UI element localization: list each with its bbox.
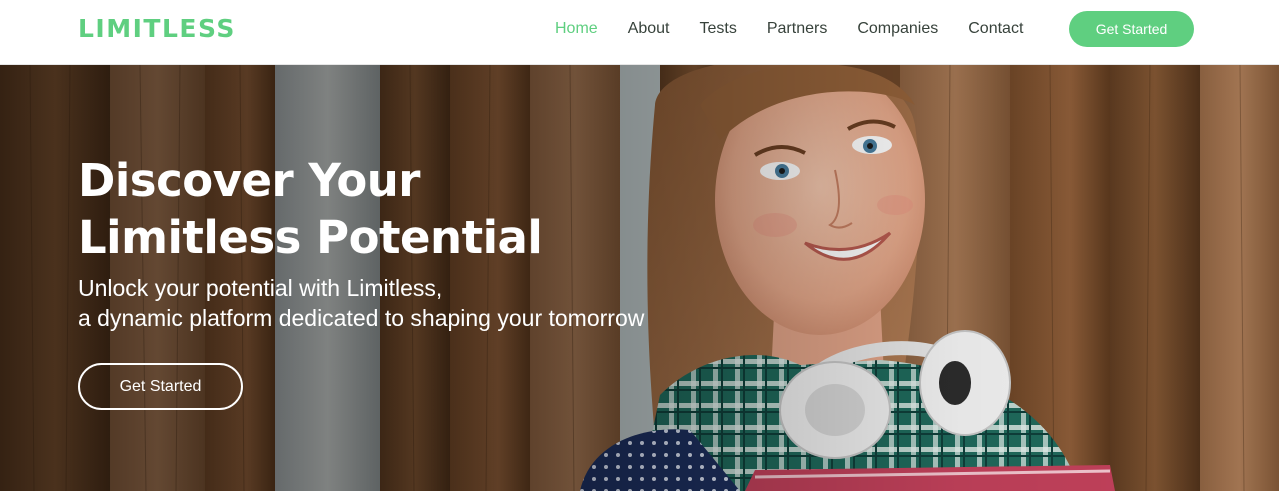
- hero-subtitle-line-1: Unlock your potential with Limitless,: [78, 275, 443, 301]
- get-started-header-button[interactable]: Get Started: [1069, 11, 1194, 47]
- hero-subtitle-line-2: a dynamic platform dedicated to shaping …: [78, 305, 645, 331]
- hero-section: Discover Your Limitless Potential Unlock…: [0, 65, 1279, 491]
- hero-subtitle: Unlock your potential with Limitless, a …: [78, 273, 778, 333]
- nav-item-contact[interactable]: Contact: [968, 18, 1023, 40]
- nav-item-home[interactable]: Home: [555, 18, 598, 40]
- hero-title-line-1: Discover Your: [78, 154, 420, 207]
- nav-item-companies[interactable]: Companies: [857, 18, 938, 40]
- nav-item-tests[interactable]: Tests: [700, 18, 737, 40]
- site-header: LIMITLESS Home About Tests Partners Comp…: [0, 0, 1279, 65]
- main-nav: Home About Tests Partners Companies Cont…: [555, 18, 1023, 40]
- nav-item-about[interactable]: About: [628, 18, 670, 40]
- logo[interactable]: LIMITLESS: [78, 14, 236, 44]
- hero-title-line-2: Limitless Potential: [78, 211, 543, 264]
- nav-item-partners[interactable]: Partners: [767, 18, 827, 40]
- get-started-hero-button[interactable]: Get Started: [78, 363, 243, 410]
- hero-title: Discover Your Limitless Potential: [78, 152, 698, 266]
